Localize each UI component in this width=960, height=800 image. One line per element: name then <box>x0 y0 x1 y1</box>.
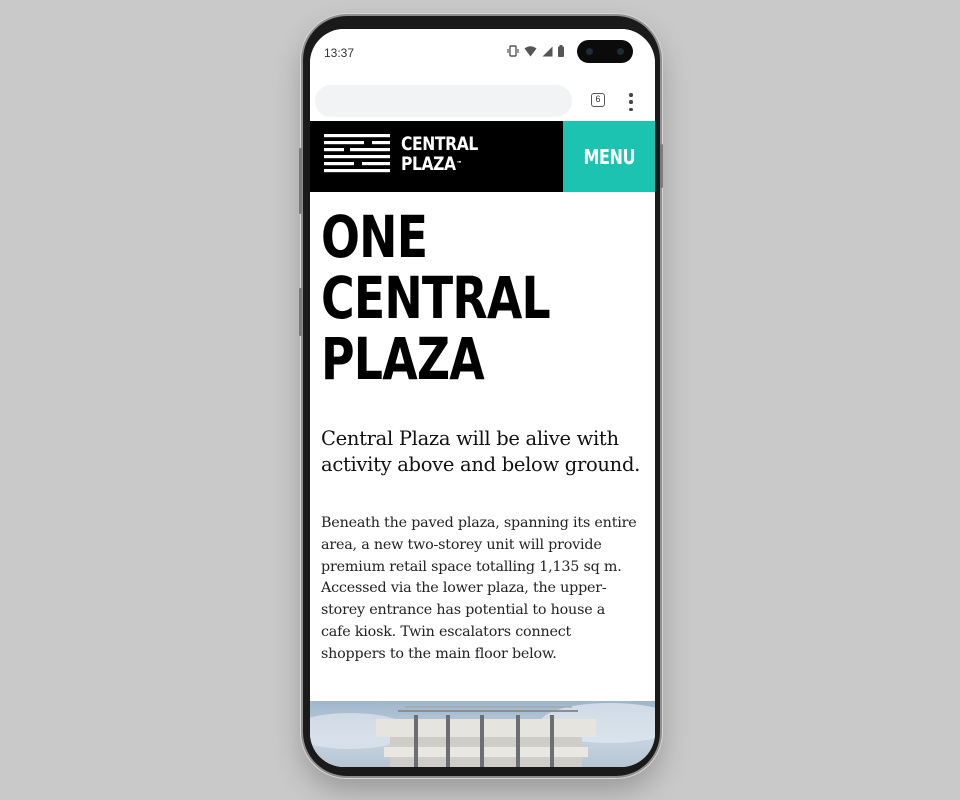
bixby-button <box>299 288 302 336</box>
title-line-1: ONE <box>321 203 428 271</box>
body-paragraph: Beneath the paved plaza, spanning its en… <box>321 515 637 662</box>
logo-line-1: CENTRAL <box>401 133 478 155</box>
title-line-3: PLAZA <box>321 325 485 393</box>
menu-label: MENU <box>583 144 635 169</box>
more-options-icon[interactable] <box>628 93 634 111</box>
phone-screen: 13:37 6 CENTRAL PLAZA™ MENU ONE CENTRAL … <box>310 29 655 767</box>
title-line-2: CENTRAL <box>321 264 551 332</box>
logo-line-2: PLAZA <box>401 153 456 175</box>
page-title: ONE CENTRAL PLAZA <box>321 203 551 393</box>
logo-wordmark[interactable]: CENTRAL PLAZA™ <box>401 134 478 174</box>
site-header: CENTRAL PLAZA™ MENU <box>310 121 655 192</box>
building-photo <box>310 701 655 767</box>
logo-mark-icon[interactable] <box>324 134 390 178</box>
status-icons <box>507 44 564 58</box>
vibrate-icon <box>507 45 519 57</box>
status-bar: 13:37 <box>310 29 655 73</box>
status-time: 13:37 <box>324 46 355 60</box>
front-camera <box>577 40 633 63</box>
phone-frame: 13:37 6 CENTRAL PLAZA™ MENU ONE CENTRAL … <box>299 16 663 776</box>
signal-icon <box>542 46 553 56</box>
power-button <box>660 144 663 188</box>
lead-paragraph: Central Plaza will be alive with activit… <box>321 427 641 476</box>
tab-count: 6 <box>595 94 601 104</box>
wifi-icon <box>524 45 537 56</box>
volume-button <box>299 148 302 214</box>
battery-icon <box>558 45 564 57</box>
menu-button[interactable]: MENU <box>563 121 655 192</box>
address-bar[interactable] <box>315 85 572 117</box>
trademark-symbol: ™ <box>456 160 463 168</box>
tab-switcher-icon[interactable]: 6 <box>591 93 605 107</box>
